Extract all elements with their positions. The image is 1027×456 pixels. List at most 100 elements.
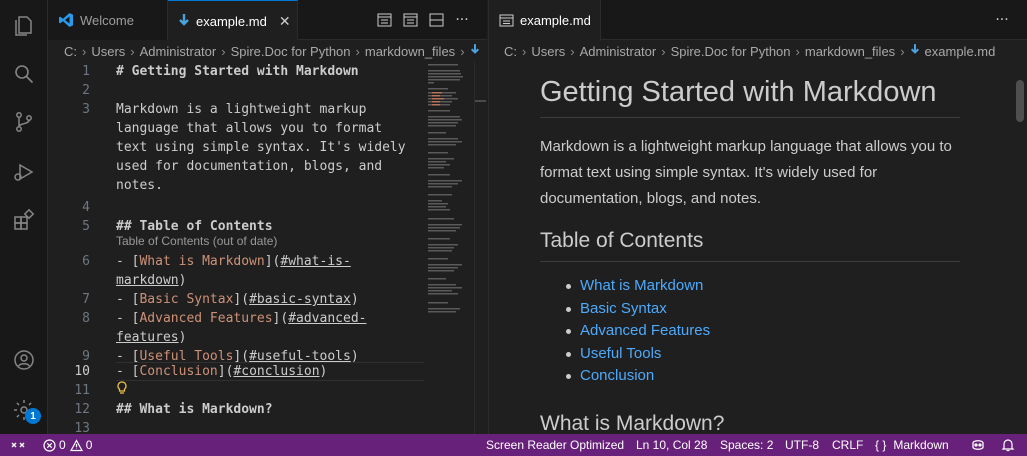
screen-reader-mode[interactable]: Screen Reader Optimized <box>486 434 624 456</box>
open-preview-icon[interactable] <box>376 12 392 28</box>
remote-icon[interactable] <box>0 434 36 456</box>
breadcrumb-left: C: › Users › Administrator › Spire.Doc for … <box>48 40 487 62</box>
error-count: 0 <box>59 438 66 452</box>
md-link-target[interactable]: features <box>116 330 179 345</box>
md-link-target[interactable]: #what-is- <box>280 254 350 269</box>
copilot-icon[interactable] <box>970 434 986 456</box>
preview-side-icon[interactable] <box>402 12 418 28</box>
more-actions-icon[interactable]: ··· <box>454 12 470 28</box>
explorer-icon[interactable] <box>10 12 38 40</box>
scrollbar-right[interactable] <box>1013 62 1027 434</box>
preview-paragraph: Markdown is a lightweight markup languag… <box>540 138 952 207</box>
code-editor[interactable]: 1 # Getting Started with Markdown 2 3 Mark… <box>48 62 428 434</box>
md-link-target[interactable]: #basic-syntax <box>249 292 351 307</box>
warning-icon <box>69 438 83 452</box>
tab-example-md[interactable]: example.md ✕ <box>168 0 298 41</box>
code-text: used for documentation, blogs, and <box>116 159 383 174</box>
md-punct: ]( <box>264 254 281 269</box>
editor-group-right: example.md ··· C: › Users › Administrator ›… <box>488 0 1027 434</box>
code-text: notes. <box>116 178 163 193</box>
line-number: 13 <box>74 421 90 434</box>
line-number: 3 <box>82 102 90 117</box>
tab-example-md-label: example.md <box>196 13 267 29</box>
language-mode[interactable]: { } Markdown <box>875 434 949 456</box>
search-icon[interactable] <box>10 60 38 88</box>
md-punct: - [ <box>116 254 140 269</box>
code-text: Markdown is a lightweight markup <box>116 102 367 117</box>
split-editor-icon[interactable] <box>428 12 444 28</box>
code-line: 7 - [Basic Syntax](#basic-syntax) <box>48 290 428 309</box>
code-line: notes. <box>48 176 428 195</box>
line-number: 11 <box>74 383 90 398</box>
source-control-icon[interactable] <box>10 108 38 136</box>
close-icon[interactable]: ✕ <box>279 13 291 30</box>
breadcrumb-item[interactable]: Users <box>91 44 125 59</box>
scrollbar-thumb[interactable] <box>1016 80 1024 122</box>
breadcrumb-item[interactable]: example.md <box>925 44 996 59</box>
indentation[interactable]: Spaces: 2 <box>720 434 773 456</box>
breadcrumb-item[interactable]: markdown_files <box>365 44 455 59</box>
notifications-bell-icon[interactable] <box>1001 434 1015 456</box>
cursor-position[interactable]: Ln 10, Col 28 <box>636 434 707 456</box>
scrollbar-left[interactable] <box>474 62 486 434</box>
breadcrumb-item[interactable]: markdown_files <box>805 44 895 59</box>
breadcrumb-item[interactable]: Administrator <box>580 44 657 59</box>
error-icon <box>43 438 56 452</box>
extensions-icon[interactable] <box>10 206 38 234</box>
code-line: 6 - [What is Markdown](#what-is- <box>48 252 428 271</box>
md-link-label: Advanced Features <box>139 311 273 326</box>
code-line: features) <box>48 328 428 347</box>
line-number: 12 <box>74 402 90 417</box>
breadcrumb-item[interactable]: Spire.Doc for Python <box>671 44 791 59</box>
md-link-target[interactable]: markdown <box>116 273 179 288</box>
tab-preview[interactable]: example.md <box>489 0 601 41</box>
breadcrumb-right: C: › Users › Administrator › Spire.Doc for … <box>504 43 996 59</box>
md-punct: - [ <box>116 364 140 379</box>
tab-welcome[interactable]: Welcome <box>48 0 168 40</box>
code-line: 13 <box>48 419 428 434</box>
toc-link[interactable]: What is Markdown <box>565 275 710 298</box>
lightbulb-icon[interactable] <box>116 381 128 401</box>
code-line: 11 <box>48 381 428 400</box>
preview-icon <box>499 14 514 27</box>
encoding[interactable]: UTF-8 <box>785 434 819 456</box>
breadcrumb-item[interactable]: C: <box>504 44 517 59</box>
md-link-label: Basic Syntax <box>139 292 234 307</box>
tab-welcome-label: Welcome <box>80 12 134 28</box>
code-line: used for documentation, blogs, and <box>48 157 428 176</box>
run-debug-icon[interactable] <box>10 158 38 186</box>
md-link-label: What is Markdown <box>139 254 265 269</box>
line-number: 2 <box>82 83 90 98</box>
breadcrumb-item[interactable]: C: <box>64 44 77 59</box>
md-link-target[interactable]: #conclusion <box>233 364 319 379</box>
account-icon[interactable] <box>10 346 38 374</box>
md-punct: ) <box>178 273 187 288</box>
md-link-target[interactable]: #advanced- <box>288 311 366 326</box>
breadcrumb-item[interactable]: Administrator <box>140 44 217 59</box>
toc-link[interactable]: Useful Tools <box>565 343 710 366</box>
toc-link[interactable]: Basic Syntax <box>565 298 710 321</box>
code-line: 1 # Getting Started with Markdown <box>48 62 428 81</box>
line-number: 5 <box>82 219 90 234</box>
markdown-preview: Getting Started with Markdown Markdown i… <box>540 62 964 434</box>
md-punct: ]( <box>217 364 234 379</box>
preview-h2-what: What is Markdown? <box>540 412 725 434</box>
notification-badge: 1 <box>25 408 41 424</box>
code-line: 12 ## What is Markdown? <box>48 400 428 419</box>
code-text: language that allows you to format <box>116 121 383 136</box>
minimap[interactable] <box>426 62 474 434</box>
toc-link[interactable]: Conclusion <box>565 365 710 388</box>
editor-actions-left: ··· <box>376 12 470 28</box>
code-text: ## What is Markdown? <box>116 402 273 417</box>
end-of-line[interactable]: CRLF <box>832 434 863 456</box>
more-actions-icon[interactable]: ··· <box>994 12 1010 28</box>
toc-link[interactable]: Advanced Features <box>565 320 710 343</box>
codelens-toc[interactable]: Table of Contents (out of date) <box>116 234 277 248</box>
md-punct: - [ <box>116 311 140 326</box>
breadcrumb-item[interactable]: Users <box>531 44 565 59</box>
breadcrumb-item[interactable]: Spire.Doc for Python <box>231 44 351 59</box>
problems-indicator[interactable]: 0 0 <box>43 434 92 456</box>
toc-list: What is Markdown Basic Syntax Advanced F… <box>565 275 710 388</box>
md-punct: ]( <box>272 311 289 326</box>
markdown-icon <box>470 43 480 59</box>
